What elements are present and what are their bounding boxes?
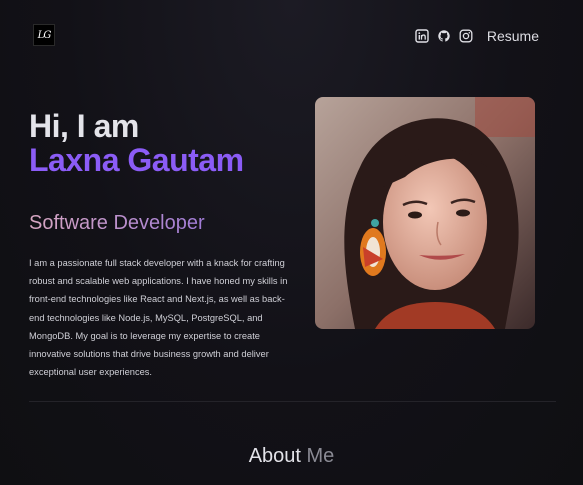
about-heading: About Me [0, 445, 583, 468]
about-heading-word2: Me [306, 445, 335, 467]
about-heading-word1: About [248, 445, 301, 467]
logo[interactable]: LG [33, 24, 55, 46]
hero-role: Software Developer [29, 212, 205, 234]
section-divider [29, 401, 556, 402]
resume-link[interactable]: Resume [487, 28, 539, 44]
linkedin-icon[interactable] [415, 29, 429, 43]
top-nav: Resume [415, 27, 539, 45]
hero-name: Laxna Gautam [29, 142, 244, 178]
instagram-icon[interactable] [459, 29, 473, 43]
hero-bio: I am a passionate full stack developer w… [29, 258, 288, 378]
logo-text: LG [37, 29, 52, 41]
profile-photo [315, 97, 535, 329]
hero-greeting: Hi, I am [29, 108, 139, 144]
github-icon[interactable] [437, 29, 451, 43]
